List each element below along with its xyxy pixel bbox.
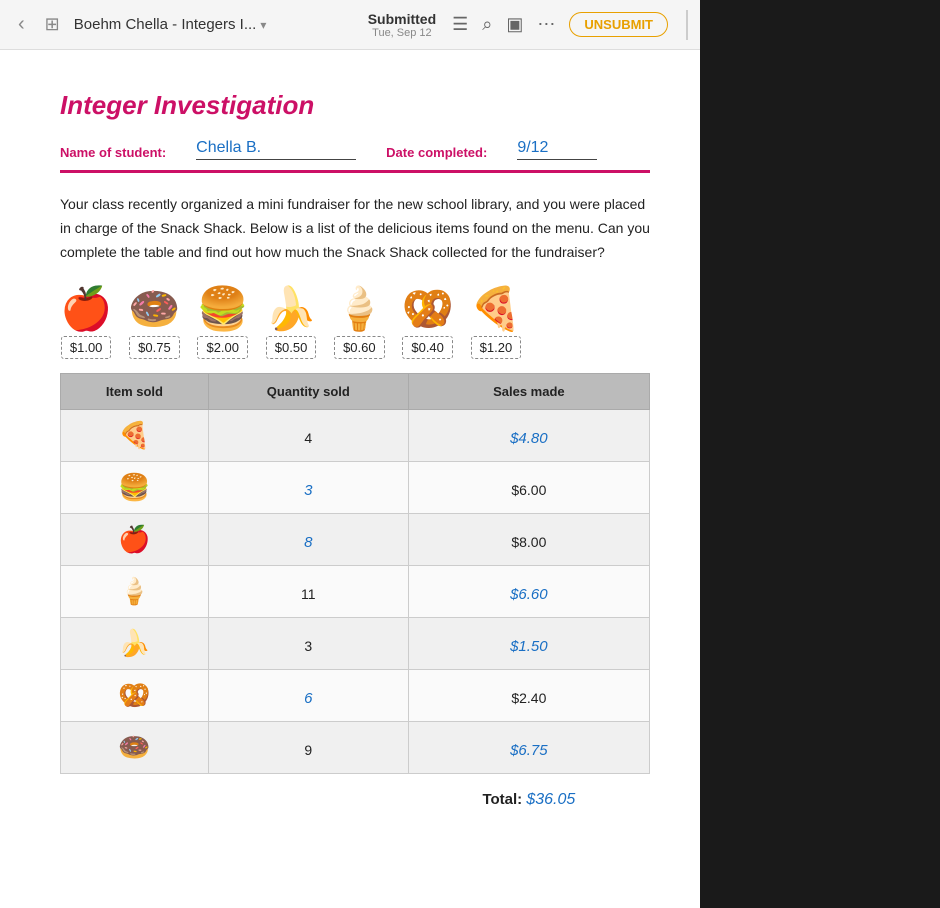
cell-quantity: 4 xyxy=(208,410,408,462)
food-emoji: 🍎 xyxy=(60,288,112,330)
toolbar: ‹ ⊞ Boehm Chella - Integers I... ▾ Submi… xyxy=(0,0,700,50)
date-value: 9/12 xyxy=(517,139,597,160)
food-emoji: 🍌 xyxy=(265,288,317,330)
student-label: Name of student: xyxy=(60,145,166,160)
cell-quantity: 11 xyxy=(208,566,408,618)
cell-item: 🍦 xyxy=(61,566,209,618)
price-box: $2.00 xyxy=(197,336,248,359)
submitted-label: Submitted xyxy=(368,11,436,27)
page-area: Integer Investigation Name of student: C… xyxy=(0,50,700,908)
toolbar-icons: ☰ ⌕ ▣ ⋯ UNSUBMIT xyxy=(452,10,688,40)
food-item: 🍎 $1.00 xyxy=(60,288,112,359)
price-box: $0.60 xyxy=(334,336,385,359)
table-row: 🥨6$2.40 xyxy=(61,670,650,722)
food-item: 🥨 $0.40 xyxy=(401,288,453,359)
cell-sales: $4.80 xyxy=(408,410,649,462)
table-row: 🍕4$4.80 xyxy=(61,410,650,462)
cell-item: 🍔 xyxy=(61,462,209,514)
food-item: 🍦 $0.60 xyxy=(333,288,385,359)
document-heading: Integer Investigation xyxy=(60,90,650,121)
airplay-icon[interactable]: ▣ xyxy=(506,14,523,35)
table-row: 🍎8$8.00 xyxy=(61,514,650,566)
food-emoji: 🍩 xyxy=(128,288,180,330)
food-emoji: 🥨 xyxy=(401,288,453,330)
total-amount: $36.05 xyxy=(526,791,575,808)
more-icon[interactable]: ⋯ xyxy=(537,14,555,35)
table-row: 🍩9$6.75 xyxy=(61,722,650,774)
intro-text: Your class recently organized a mini fun… xyxy=(60,193,650,264)
cell-item: 🍎 xyxy=(61,514,209,566)
cell-item: 🍌 xyxy=(61,618,209,670)
date-label: Date completed: xyxy=(386,145,487,160)
food-item: 🍌 $0.50 xyxy=(265,288,317,359)
cell-sales: $8.00 xyxy=(408,514,649,566)
dark-panel xyxy=(700,50,940,908)
total-label: Total: xyxy=(482,791,526,808)
food-emoji: 🍕 xyxy=(470,288,522,330)
cell-quantity: 3 xyxy=(208,618,408,670)
cell-item: 🍩 xyxy=(61,722,209,774)
title-chevron-icon[interactable]: ▾ xyxy=(260,18,266,32)
cell-sales: $6.75 xyxy=(408,722,649,774)
price-box: $1.20 xyxy=(471,336,522,359)
price-box: $0.50 xyxy=(266,336,317,359)
col-quantity-sold: Quantity sold xyxy=(208,374,408,410)
price-box: $0.75 xyxy=(129,336,180,359)
total-empty-2 xyxy=(208,774,408,821)
price-box: $0.40 xyxy=(402,336,453,359)
title-area: Boehm Chella - Integers I... ▾ xyxy=(74,16,360,33)
food-item: 🍔 $2.00 xyxy=(197,288,249,359)
content-wrapper: Integer Investigation Name of student: C… xyxy=(0,50,940,908)
cell-item: 🥨 xyxy=(61,670,209,722)
cell-quantity: 3 xyxy=(208,462,408,514)
cell-sales: $1.50 xyxy=(408,618,649,670)
student-info-line: Name of student: Chella B. Date complete… xyxy=(60,139,650,160)
col-sales-made: Sales made xyxy=(408,374,649,410)
sidebar-toggle-icon[interactable]: ⊞ xyxy=(39,10,66,39)
total-value-cell: Total: $36.05 xyxy=(408,774,649,821)
search-icon[interactable]: ⌕ xyxy=(482,14,492,35)
food-emoji: 🍔 xyxy=(197,288,249,330)
cell-sales: $2.40 xyxy=(408,670,649,722)
price-box: $1.00 xyxy=(61,336,112,359)
toolbar-divider xyxy=(686,10,688,40)
document-title: Boehm Chella - Integers I... xyxy=(74,16,257,33)
cell-item: 🍕 xyxy=(61,410,209,462)
cell-sales: $6.00 xyxy=(408,462,649,514)
table-row: 🍌3$1.50 xyxy=(61,618,650,670)
table-row: 🍔3$6.00 xyxy=(61,462,650,514)
cell-sales: $6.60 xyxy=(408,566,649,618)
table-row: 🍦11$6.60 xyxy=(61,566,650,618)
food-emoji: 🍦 xyxy=(333,288,385,330)
submitted-status: Submitted Tue, Sep 12 xyxy=(368,11,436,39)
unsubmit-button[interactable]: UNSUBMIT xyxy=(569,12,668,37)
cell-quantity: 6 xyxy=(208,670,408,722)
col-item-sold: Item sold xyxy=(61,374,209,410)
food-item: 🍕 $1.20 xyxy=(470,288,522,359)
back-button[interactable]: ‹ xyxy=(12,9,31,40)
list-icon[interactable]: ☰ xyxy=(452,14,468,35)
cell-quantity: 8 xyxy=(208,514,408,566)
total-row: Total: $36.05 xyxy=(61,774,650,821)
food-items-row: 🍎 $1.00 🍩 $0.75 🍔 $2.00 🍌 $0.50 🍦 $0.60 🥨 $0.40 🍕 $1.… xyxy=(60,288,650,359)
student-name-value: Chella B. xyxy=(196,139,356,160)
table-header-row: Item sold Quantity sold Sales made xyxy=(61,374,650,410)
food-item: 🍩 $0.75 xyxy=(128,288,180,359)
data-table: Item sold Quantity sold Sales made 🍕4$4.… xyxy=(60,373,650,820)
divider-line xyxy=(60,170,650,173)
cell-quantity: 9 xyxy=(208,722,408,774)
submitted-date: Tue, Sep 12 xyxy=(372,27,432,39)
total-empty-1 xyxy=(61,774,209,821)
